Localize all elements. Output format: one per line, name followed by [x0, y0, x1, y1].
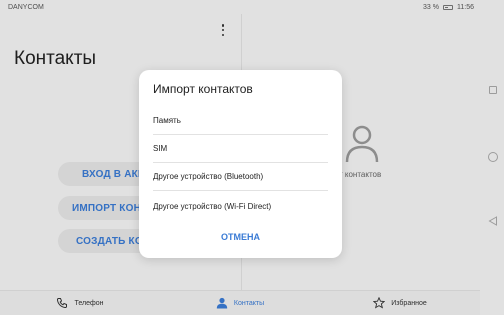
import-contacts-dialog: Импорт контактов Память SIM Другое устро…: [139, 70, 342, 258]
import-option-bluetooth[interactable]: Другое устройство (Bluetooth): [153, 163, 328, 191]
import-option-memory[interactable]: Память: [153, 107, 328, 135]
import-option-wifi-direct[interactable]: Другое устройство (Wi-Fi Direct): [153, 192, 328, 220]
screen: DANYCOM 33 % 11:56 Контакты ВХОД В АККА …: [0, 0, 504, 315]
dialog-title: Импорт контактов: [153, 82, 253, 96]
cancel-button[interactable]: ОТМЕНА: [139, 232, 342, 242]
import-option-sim[interactable]: SIM: [153, 135, 328, 163]
